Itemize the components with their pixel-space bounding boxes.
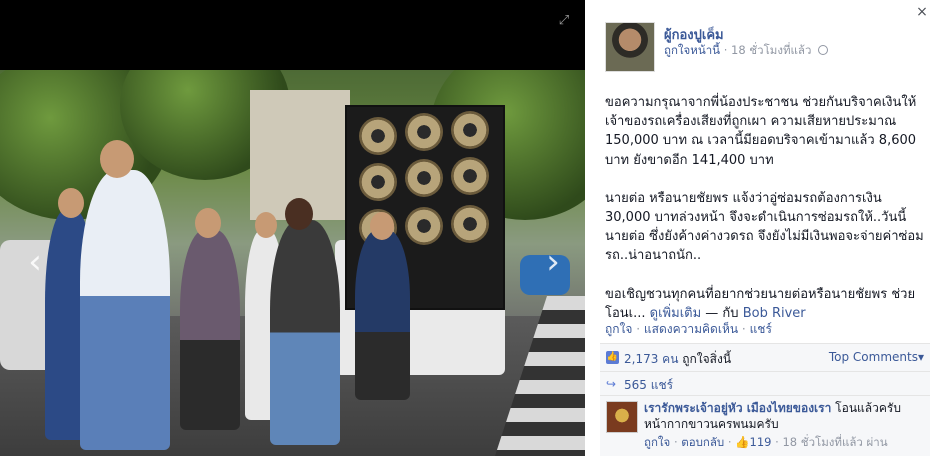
person — [355, 230, 410, 400]
tagged-user-link[interactable]: Bob River — [743, 306, 806, 321]
loudspeaker — [359, 163, 397, 201]
share-button[interactable]: แชร์ — [750, 322, 772, 336]
post-photo[interactable] — [0, 70, 585, 456]
comment-body: เรารักพระเจ้าอยู่หัว เมืองไทยของเรา โอนแ… — [644, 400, 928, 432]
person-head — [58, 188, 84, 218]
action-separator: · — [741, 322, 746, 336]
meta-separator: · — [775, 435, 779, 449]
loudspeaker — [405, 159, 443, 197]
expand-icon[interactable]: ⤢ — [557, 14, 571, 28]
loudspeaker — [359, 117, 397, 155]
person-head — [255, 212, 277, 238]
close-icon[interactable]: × — [915, 5, 929, 19]
loudspeaker — [405, 207, 443, 245]
top-comments-dropdown[interactable]: Top Comments▾ — [829, 350, 924, 364]
person — [180, 230, 240, 430]
person — [80, 170, 170, 450]
like-button[interactable]: ถูกใจ — [605, 322, 632, 336]
loudspeaker — [451, 111, 489, 149]
comment-like-button[interactable]: ถูกใจ — [644, 435, 670, 449]
thumbs-up-icon: 👍 — [606, 351, 619, 364]
see-more-link[interactable]: ดูเพิ่มเติม — [650, 306, 701, 321]
with-text: — กับ — [705, 305, 739, 321]
comment-reply-button[interactable]: ตอบกลับ — [681, 435, 724, 449]
avatar[interactable] — [605, 22, 655, 72]
post-paragraph: ขอเชิญชวนทุกคนที่อยากช่วยนายต่อหรือนายชั… — [605, 285, 927, 323]
post-paragraph: ขอความกรุณาจากพี่น้องประชาชน ช่วยกันบริจ… — [605, 95, 917, 168]
loudspeaker — [451, 157, 489, 195]
comment-item: เรารักพระเจ้าอยู่หัว เมืองไทยของเรา โอนแ… — [600, 395, 930, 456]
like-page-link[interactable]: ถูกใจหน้านี้ — [664, 43, 720, 57]
person-head — [370, 212, 394, 240]
post-actions: ถูกใจ · แสดงความคิดเห็น · แชร์ — [605, 320, 772, 339]
likes-summary: 👍 2,173 คน ถูกใจสิ่งนี้ Top Comments▾ — [600, 343, 930, 371]
post-meta: ถูกใจหน้านี้ · 18 ชั่วโมงที่แล้ว — [664, 42, 829, 60]
person-head — [100, 140, 134, 178]
action-separator: · — [636, 322, 641, 336]
comment-meta: ถูกใจ · ตอบกลับ · 👍119 · 18 ชั่วโมงที่แล… — [644, 434, 888, 452]
thumbs-up-icon: 👍 — [735, 435, 750, 449]
likes-suffix: ถูกใจสิ่งนี้ — [682, 352, 732, 366]
person-head — [195, 208, 221, 238]
loudspeaker — [451, 205, 489, 243]
top-comments-label: Top Comments — [828, 350, 918, 364]
photo-viewer: ⤢ ‹ › — [0, 0, 585, 456]
likes-count-link[interactable]: 2,173 คน — [624, 352, 678, 366]
meta-separator: · — [673, 435, 678, 449]
globe-icon[interactable] — [818, 45, 829, 55]
shares-count-link[interactable]: 565 แชร์ — [624, 376, 673, 395]
person — [270, 220, 340, 445]
chevron-left-icon[interactable]: ‹ — [22, 240, 48, 284]
shares-summary: ↪ 565 แชร์ — [600, 371, 930, 395]
share-icon: ↪ — [606, 377, 617, 391]
post-paragraph: นายต่อ หรือนายชัยพร แจ้งว่าอู่ซ่อมรถต้อง… — [605, 190, 924, 264]
meta-separator: · — [723, 43, 728, 57]
commenter-name[interactable]: เรารักพระเจ้าอยู่หัว เมืองไทยของเรา — [644, 401, 831, 415]
likes-text: 2,173 คน ถูกใจสิ่งนี้ — [624, 350, 731, 369]
person-head — [285, 198, 313, 230]
meta-separator: · — [727, 435, 732, 449]
commenter-avatar[interactable] — [606, 401, 638, 433]
chevron-right-icon[interactable]: › — [540, 240, 566, 284]
comment-timestamp[interactable]: 18 ชั่วโมงที่แล้ว ผ่าน — [782, 435, 887, 449]
comment-button[interactable]: แสดงความคิดเห็น — [644, 322, 738, 336]
post-sidebar: × ผู้กองปูเค็ม ถูกใจหน้านี้ · 18 ชั่วโมง… — [585, 0, 935, 456]
post-timestamp[interactable]: 18 ชั่วโมงที่แล้ว — [731, 43, 811, 57]
caret-down-icon: ▾ — [917, 350, 924, 364]
comment-like-count[interactable]: 119 — [750, 435, 772, 449]
post-body: ขอความกรุณาจากพี่น้องประชาชน ช่วยกันบริจ… — [605, 93, 927, 342]
loudspeaker — [405, 113, 443, 151]
